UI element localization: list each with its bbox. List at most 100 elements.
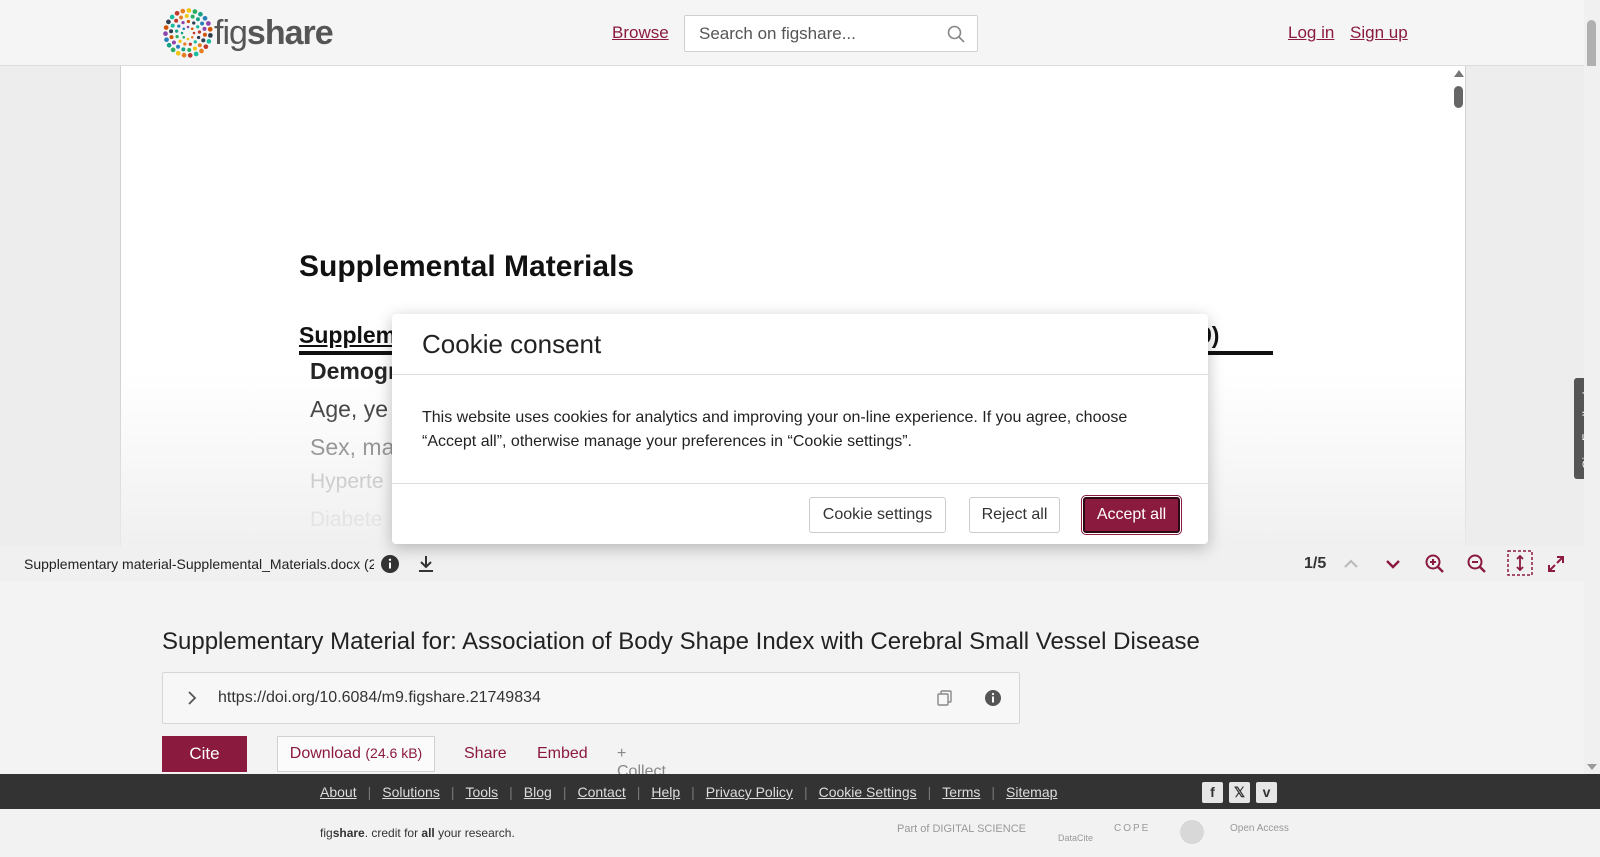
logo-dot bbox=[199, 48, 204, 54]
viewer-toolbar: Supplementary material-Supplemental_Mate… bbox=[0, 546, 1600, 581]
logo-dot bbox=[179, 15, 184, 20]
search-icon[interactable] bbox=[947, 25, 965, 43]
logo-dot bbox=[181, 47, 186, 52]
logo-dot bbox=[190, 35, 194, 39]
download-icon[interactable] bbox=[415, 553, 437, 575]
login-link[interactable]: Log in bbox=[1288, 23, 1334, 43]
copy-icon[interactable] bbox=[936, 689, 954, 707]
figshare-logo-icon bbox=[163, 8, 213, 58]
footer-separator: | bbox=[450, 784, 455, 800]
logo-dot bbox=[190, 14, 195, 19]
logo-dot bbox=[202, 26, 207, 31]
logo-dot bbox=[192, 21, 196, 25]
cope-logo[interactable]: COPE bbox=[1114, 823, 1150, 834]
doc-row: Hyperte bbox=[310, 470, 384, 493]
footer-bottom: figshare. credit for all your research. … bbox=[0, 809, 1600, 857]
logo-dot bbox=[181, 20, 185, 25]
doc-row: Demogr bbox=[310, 358, 397, 384]
page-scrollbar-top bbox=[1584, 0, 1600, 66]
footer-link-about[interactable]: About bbox=[320, 784, 357, 800]
logo-dot bbox=[166, 19, 171, 25]
logo-dot bbox=[196, 25, 200, 29]
fit-height-icon[interactable] bbox=[1507, 550, 1533, 576]
download-label: Download bbox=[289, 745, 361, 762]
viewer-scrollbar[interactable] bbox=[1451, 68, 1465, 546]
footer-link-privacy-policy[interactable]: Privacy Policy bbox=[706, 784, 793, 800]
doi-link[interactable]: https://doi.org/10.6084/m9.figshare.2174… bbox=[218, 689, 541, 707]
divider bbox=[392, 483, 1208, 484]
share-link[interactable]: Share bbox=[464, 745, 507, 763]
info-icon[interactable] bbox=[984, 689, 1002, 707]
footer-link-terms[interactable]: Terms bbox=[942, 784, 980, 800]
datacite-logo[interactable]: DataCite bbox=[1058, 833, 1093, 843]
footer-link-sitemap[interactable]: Sitemap bbox=[1006, 784, 1057, 800]
logo-dot bbox=[177, 24, 181, 28]
file-name: Supplementary material-Supplemental_Mate… bbox=[24, 556, 374, 572]
logo-dot bbox=[196, 35, 201, 40]
cite-button[interactable]: Cite bbox=[162, 736, 247, 772]
digital-science-logo[interactable]: Part of DIGITAL SCIENCE bbox=[897, 823, 1026, 835]
logo-dot bbox=[180, 8, 186, 14]
logo-dot bbox=[170, 23, 175, 28]
logo-dot bbox=[169, 35, 174, 40]
footer-link-help[interactable]: Help bbox=[651, 784, 680, 800]
embed-link[interactable]: Embed bbox=[537, 745, 588, 763]
signup-link[interactable]: Sign up bbox=[1350, 23, 1408, 43]
facebook-icon[interactable]: f bbox=[1202, 782, 1223, 803]
browse-link[interactable]: Browse bbox=[612, 23, 669, 43]
logo-text-bold: share bbox=[246, 13, 334, 52]
logo-dot bbox=[166, 42, 172, 48]
logo-dot bbox=[193, 51, 199, 57]
fullscreen-icon[interactable] bbox=[1545, 553, 1567, 575]
cookie-consent-dialog: Cookie consent This website uses cookies… bbox=[392, 314, 1208, 544]
logo-dot bbox=[184, 14, 189, 19]
globe-logo-icon[interactable] bbox=[1180, 820, 1204, 844]
logo-dot bbox=[171, 40, 176, 45]
cookie-settings-button[interactable]: Cookie settings bbox=[809, 497, 946, 533]
chevron-up-icon[interactable] bbox=[1340, 553, 1362, 575]
logo-dot bbox=[181, 52, 187, 58]
accept-all-button[interactable]: Accept all bbox=[1081, 495, 1182, 535]
doc-row: Sex, ma bbox=[310, 434, 395, 460]
footer-link-tools[interactable]: Tools bbox=[465, 784, 498, 800]
x-icon[interactable]: 𝕏 bbox=[1229, 782, 1250, 803]
cookie-dialog-body: This website uses cookies for analytics … bbox=[422, 409, 1128, 450]
chevron-right-icon[interactable] bbox=[183, 689, 201, 707]
chevron-down-icon[interactable] bbox=[1382, 553, 1404, 575]
footer-link-contact[interactable]: Contact bbox=[577, 784, 625, 800]
open-access-logo[interactable]: Open Access bbox=[1230, 823, 1289, 834]
footer-nav: About | Solutions | Tools | Blog | Contact | Help |… bbox=[0, 774, 1600, 809]
footer-tagline: figshare. credit for all your research. bbox=[320, 826, 515, 840]
logo-dot bbox=[192, 31, 196, 35]
logo-dot bbox=[178, 39, 182, 43]
reject-all-button[interactable]: Reject all bbox=[969, 497, 1060, 533]
doc-title: Supplemental Materials bbox=[299, 250, 635, 283]
logo-dot bbox=[206, 39, 212, 44]
footer-link-solutions[interactable]: Solutions bbox=[382, 784, 440, 800]
footer-separator: | bbox=[803, 784, 808, 800]
doc-subtitle-left: Supplem bbox=[299, 322, 397, 348]
logo-dot bbox=[188, 42, 192, 46]
footer-separator: | bbox=[367, 784, 372, 800]
footer-link-cookie-settings[interactable]: Cookie Settings bbox=[819, 784, 917, 800]
zoom-out-icon[interactable] bbox=[1466, 553, 1488, 575]
logo-dot bbox=[175, 35, 179, 39]
logo-dot bbox=[169, 29, 174, 34]
footer-separator: | bbox=[636, 784, 641, 800]
page-scrollbar[interactable] bbox=[1584, 66, 1600, 774]
logo-dot bbox=[180, 31, 184, 35]
download-button[interactable]: Download (24.6 kB) bbox=[277, 736, 435, 772]
logo-dot bbox=[187, 53, 193, 58]
logo-dot bbox=[197, 30, 202, 34]
search-input[interactable] bbox=[685, 16, 925, 51]
logo-dot bbox=[163, 31, 168, 37]
figshare-logo[interactable]: figshare bbox=[162, 8, 334, 58]
vimeo-icon[interactable]: v bbox=[1256, 782, 1277, 803]
logo-dot bbox=[207, 26, 213, 32]
logo-dot bbox=[208, 33, 213, 38]
zoom-in-icon[interactable] bbox=[1424, 553, 1446, 575]
logo-dot bbox=[174, 29, 179, 33]
footer-link-blog[interactable]: Blog bbox=[524, 784, 552, 800]
info-icon[interactable] bbox=[379, 553, 401, 575]
logo-dot bbox=[200, 21, 205, 26]
